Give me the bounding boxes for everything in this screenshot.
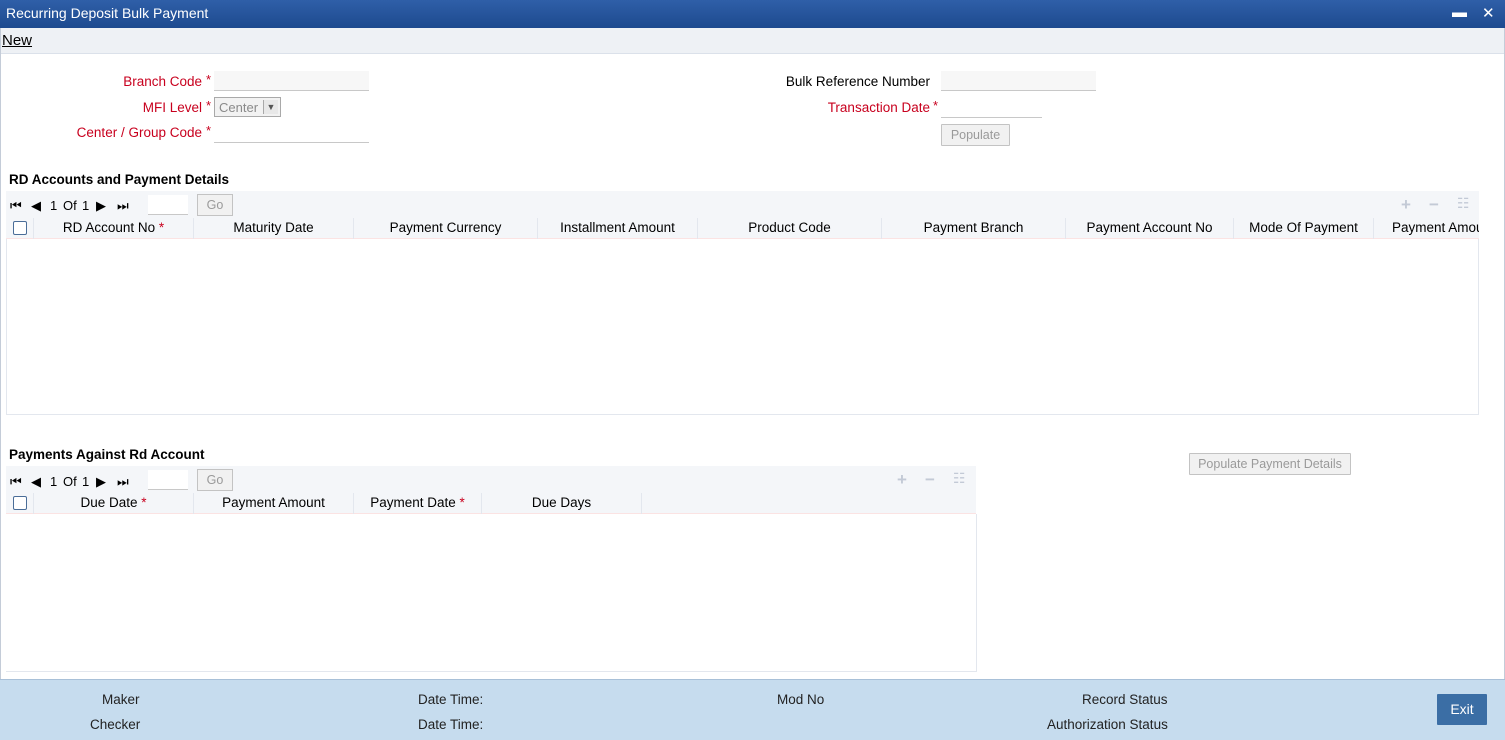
rd-pager-current: 1 [50,198,58,213]
col-due-days[interactable]: Due Days [482,493,642,514]
col-due-date[interactable]: Due Date * [34,493,194,514]
next-page-icon[interactable]: ▶ [96,198,106,214]
rd-go-button[interactable]: Go [197,194,233,216]
menu-bar: New [0,28,1505,54]
col-maturity-date[interactable]: Maturity Date [194,218,354,239]
mfi-level-label: MFI Level [142,100,202,115]
payments-pager-of: Of [63,474,77,489]
col-product-code[interactable]: Product Code [698,218,882,239]
authorization-status-label: Authorization Status [1047,717,1168,732]
payments-grid-header: Due Date * Payment Amount Payment Date *… [6,493,976,514]
branch-code-label: Branch Code [123,74,202,89]
select-all-checkbox[interactable] [13,221,27,235]
maker-label: Maker [102,692,140,707]
audit-footer: Maker Checker Date Time: Date Time: Mod … [0,679,1505,740]
required-mark: * [933,98,939,113]
add-row-icon[interactable]: + [897,470,907,490]
first-page-icon[interactable]: ⏮ [10,474,22,490]
payments-go-button[interactable]: Go [197,469,233,491]
exit-button[interactable]: Exit [1437,694,1487,725]
center-group-code-label: Center / Group Code [76,125,202,140]
rd-page-input[interactable] [148,195,188,215]
required-mark: * [206,72,212,87]
rd-grid-header: RD Account No * Maturity Date Payment Cu… [6,218,1479,239]
first-page-icon[interactable]: ⏮ [10,198,22,214]
rd-pager-of: Of [63,198,77,213]
col-payment-amount[interactable]: Payment Amount [194,493,354,514]
mod-no-label: Mod No [777,692,825,707]
last-page-icon[interactable]: ⏭ [117,474,129,490]
payments-pager-current: 1 [50,474,58,489]
checker-date-time-label: Date Time: [418,717,484,732]
col-payment-branch[interactable]: Payment Branch [882,218,1066,239]
grid-settings-icon[interactable]: ☷ [953,470,966,487]
select-all-cell [6,218,34,239]
close-icon[interactable]: ✕ [1482,4,1495,22]
branch-code-input[interactable] [214,71,369,91]
mfi-level-select[interactable]: Center ▼ [214,97,281,117]
bulk-reference-number-input[interactable] [941,71,1096,91]
chevron-down-icon: ▼ [263,100,278,114]
rd-section-title: RD Accounts and Payment Details [9,172,230,187]
transaction-date-label: Transaction Date [827,100,930,115]
center-group-code-input[interactable] [214,123,369,143]
required-mark: * [206,98,212,113]
col-rd-account-no[interactable]: RD Account No * [34,218,194,239]
payments-grid-body [6,514,977,672]
col-payment-account-no[interactable]: Payment Account No [1066,218,1234,239]
payments-pager-total: 1 [82,474,90,489]
maker-date-time-label: Date Time: [418,692,484,707]
payments-section-title: Payments Against Rd Account [9,447,205,462]
next-page-icon[interactable]: ▶ [96,474,106,490]
add-row-icon[interactable]: + [1401,195,1411,215]
remove-row-icon[interactable]: − [1429,195,1439,215]
checker-label: Checker [90,717,141,732]
transaction-date-input[interactable] [941,98,1042,118]
select-all-cell [6,493,34,514]
select-all-checkbox[interactable] [13,496,27,510]
col-payment-currency[interactable]: Payment Currency [354,218,538,239]
last-page-icon[interactable]: ⏭ [117,198,129,214]
populate-payment-details-button[interactable]: Populate Payment Details [1189,453,1351,475]
col-payment-amount[interactable]: Payment Amou [1374,218,1479,239]
window-title: Recurring Deposit Bulk Payment [6,5,209,21]
required-mark: * [206,123,212,138]
populate-button[interactable]: Populate [941,124,1010,146]
mfi-level-value: Center [219,100,259,115]
title-bar: Recurring Deposit Bulk Payment ▬ ✕ [0,0,1505,28]
new-link[interactable]: New [2,32,32,49]
minimize-icon[interactable]: ▬ [1452,4,1467,21]
grid-settings-icon[interactable]: ☷ [1457,195,1470,212]
payments-page-input[interactable] [148,470,188,490]
prev-page-icon[interactable]: ◀ [31,474,41,490]
remove-row-icon[interactable]: − [925,470,935,490]
col-payment-date[interactable]: Payment Date * [354,493,482,514]
rd-pager-total: 1 [82,198,90,213]
prev-page-icon[interactable]: ◀ [31,198,41,214]
col-installment-amount[interactable]: Installment Amount [538,218,698,239]
col-mode-of-payment[interactable]: Mode Of Payment [1234,218,1374,239]
rd-grid-body [6,239,1479,415]
bulk-reference-number-label: Bulk Reference Number [785,74,930,89]
record-status-label: Record Status [1082,692,1168,707]
